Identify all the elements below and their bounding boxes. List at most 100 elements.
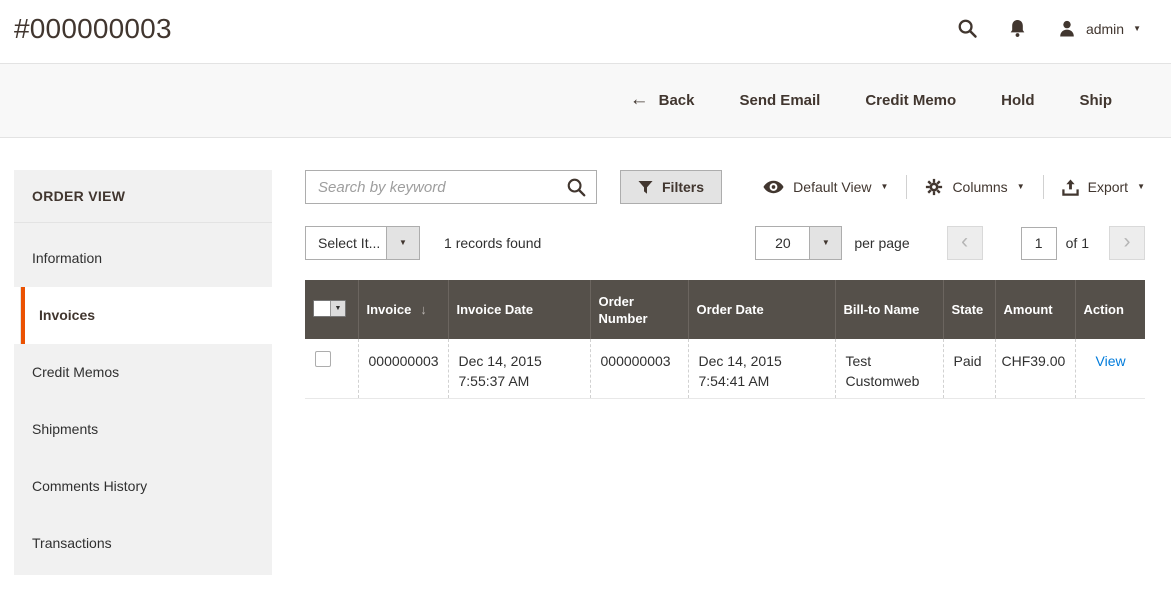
column-header-invoice[interactable]: Invoice↓	[358, 280, 448, 339]
sidebar-item-comments-history[interactable]: Comments History	[14, 458, 272, 515]
mass-action-caret[interactable]: ▼	[386, 227, 419, 259]
records-count: 1	[444, 235, 452, 251]
caret-down-icon: ▼	[335, 305, 342, 312]
select-all-column-header: ▼	[305, 280, 358, 339]
export-upload-icon	[1062, 179, 1079, 196]
search-icon	[957, 18, 978, 39]
send-email-button[interactable]: Send Email	[739, 92, 820, 109]
eye-icon	[763, 180, 784, 194]
mass-action-select[interactable]: Select It... ▼	[305, 226, 420, 260]
caret-down-icon: ▼	[881, 183, 889, 191]
select-all-checkbox[interactable]	[314, 301, 330, 316]
action-cell: View	[1075, 339, 1145, 399]
select-all-dropdown[interactable]: ▼	[313, 300, 346, 317]
column-header-bill-to[interactable]: Bill-to Name	[835, 280, 943, 339]
column-header-action[interactable]: Action	[1075, 280, 1145, 339]
caret-down-icon: ▼	[1137, 183, 1145, 191]
filter-funnel-icon	[638, 180, 653, 195]
back-button-label: Back	[659, 92, 695, 109]
search-submit-button[interactable]	[561, 173, 591, 201]
sidebar-item-credit-memos[interactable]: Credit Memos	[14, 344, 272, 401]
sidebar-item-label: Credit Memos	[32, 364, 119, 380]
column-label: Order Date	[697, 302, 764, 317]
column-label: Action	[1084, 302, 1124, 317]
caret-down-icon: ▼	[1133, 25, 1141, 33]
invoices-table: ▼ Invoice↓ Invoice Date Order Number	[305, 280, 1145, 399]
current-page-input[interactable]	[1021, 227, 1057, 260]
sidebar-item-information[interactable]: Information	[14, 230, 272, 287]
export-button[interactable]: Export ▼	[1062, 179, 1145, 196]
records-label: records found	[456, 235, 542, 251]
credit-memo-button[interactable]: Credit Memo	[865, 92, 956, 109]
back-button[interactable]: ← Back	[630, 91, 695, 110]
columns-label: Columns	[952, 179, 1007, 195]
sidebar-title: ORDER VIEW	[14, 170, 272, 223]
sidebar-item-invoices[interactable]: Invoices	[21, 287, 272, 344]
select-all-caret[interactable]: ▼	[330, 301, 345, 316]
row-checkbox[interactable]	[315, 351, 331, 367]
per-page-value: 20	[756, 227, 809, 259]
gear-icon	[925, 178, 943, 196]
grid-toolbar: Filters Default View ▼	[305, 170, 1145, 204]
chevron-left-icon: ‹	[961, 231, 968, 252]
global-search-icon[interactable]	[957, 18, 978, 39]
table-row: 000000003 Dec 14, 2015 7:55:37 AM 000000…	[305, 339, 1145, 399]
filters-label: Filters	[662, 179, 704, 195]
bookmark-views-button[interactable]: Default View ▼	[763, 179, 888, 195]
user-icon	[1057, 19, 1077, 39]
mass-action-label: Select It...	[306, 227, 386, 259]
columns-button[interactable]: Columns ▼	[925, 178, 1024, 196]
sidebar-item-label: Information	[32, 250, 102, 266]
next-page-button[interactable]: ›	[1109, 226, 1145, 260]
column-header-amount[interactable]: Amount	[995, 280, 1075, 339]
caret-down-icon: ▼	[822, 239, 830, 247]
previous-page-button[interactable]: ‹	[947, 226, 983, 260]
sidebar-item-shipments[interactable]: Shipments	[14, 401, 272, 458]
column-header-order-number[interactable]: Order Number	[590, 280, 688, 339]
column-header-invoice-date[interactable]: Invoice Date	[448, 280, 590, 339]
sidebar-item-label: Transactions	[32, 535, 112, 551]
per-page-select[interactable]: 20 ▼	[755, 226, 842, 260]
back-arrow-icon: ←	[630, 90, 649, 109]
divider	[1043, 175, 1044, 199]
hold-button[interactable]: Hold	[1001, 92, 1034, 109]
order-view-sidebar: ORDER VIEW Information Invoices Credit M…	[14, 170, 272, 575]
export-label: Export	[1088, 179, 1128, 195]
invoices-grid-section: Filters Default View ▼	[305, 170, 1145, 399]
grid-actions-row: Select It... ▼ 1 records found 20 ▼ per …	[305, 226, 1145, 260]
search-icon	[566, 177, 587, 198]
state-cell: Paid	[943, 339, 995, 399]
column-label: Invoice Date	[457, 302, 534, 317]
per-page-label: per page	[854, 235, 909, 251]
user-menu[interactable]: admin ▼	[1057, 19, 1141, 39]
filters-button[interactable]: Filters	[620, 170, 722, 204]
keyword-search	[305, 170, 597, 204]
send-email-label: Send Email	[739, 92, 820, 109]
page-title: #000000003	[14, 13, 172, 45]
column-label: Order Number	[599, 294, 648, 326]
order-actions-toolbar: ← Back Send Email Credit Memo Hold Ship	[0, 63, 1171, 138]
sidebar-item-label: Shipments	[32, 421, 98, 437]
view-invoice-link[interactable]: View	[1096, 353, 1126, 369]
sidebar-nav: Information Invoices Credit Memos Shipme…	[14, 223, 272, 572]
invoice-cell: 000000003	[358, 339, 448, 399]
invoice-date-cell: Dec 14, 2015 7:55:37 AM	[448, 339, 590, 399]
bell-icon	[1008, 18, 1027, 39]
table-header-row: ▼ Invoice↓ Invoice Date Order Number	[305, 280, 1145, 339]
caret-down-icon: ▼	[399, 239, 407, 247]
amount-cell: CHF39.00	[995, 339, 1075, 399]
column-label: State	[952, 302, 984, 317]
column-label: Amount	[1004, 302, 1053, 317]
divider	[906, 175, 907, 199]
hold-label: Hold	[1001, 92, 1034, 109]
sidebar-item-transactions[interactable]: Transactions	[14, 515, 272, 572]
page-header: #000000003 admin ▼	[0, 0, 1171, 63]
notification-bell-icon[interactable]	[1008, 18, 1027, 39]
column-label: Invoice	[367, 302, 412, 317]
column-label: Bill-to Name	[844, 302, 920, 317]
search-input[interactable]	[305, 170, 597, 204]
ship-button[interactable]: Ship	[1080, 92, 1113, 109]
column-header-order-date[interactable]: Order Date	[688, 280, 835, 339]
per-page-caret[interactable]: ▼	[809, 227, 841, 259]
column-header-state[interactable]: State	[943, 280, 995, 339]
